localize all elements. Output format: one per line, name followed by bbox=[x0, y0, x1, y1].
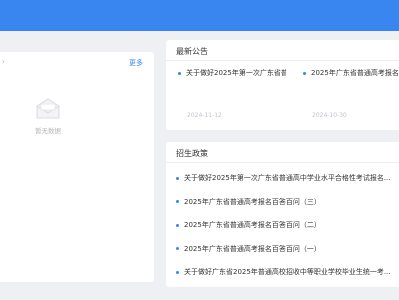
bullet-dot bbox=[176, 247, 179, 250]
bullet-dot bbox=[176, 176, 179, 180]
policies-divider bbox=[166, 162, 399, 163]
policy-item[interactable]: 关于做好2025年第一次广东省普通高中学业水平合格性考试报名... bbox=[176, 172, 399, 196]
empty-envelope-icon bbox=[36, 98, 60, 119]
left-info-panel: › 更多 暂无数据 bbox=[0, 52, 154, 282]
policy-item[interactable]: 2025年广东省普通高考报名百答百问（三） bbox=[176, 196, 399, 220]
empty-state-text: 暂无数据 bbox=[35, 127, 61, 135]
bullet-dot bbox=[176, 223, 179, 227]
announcements-title: 最新公告 bbox=[176, 47, 208, 56]
bullet-dot bbox=[176, 270, 179, 274]
announcement-title: 关于做好2025年第一次广东省普 bbox=[186, 69, 286, 77]
policies-list: 关于做好2025年第一次广东省普通高中学业水平合格性考试报名... 2025年广… bbox=[176, 172, 399, 290]
policy-item[interactable]: 2025年广东省普通高考报名百答百问（二） bbox=[176, 219, 399, 243]
top-header-bar bbox=[0, 0, 399, 31]
announcement-item[interactable]: 关于做好2025年第一次广东省普 bbox=[178, 68, 286, 78]
panel-tick-mark: › bbox=[2, 58, 5, 66]
announcement-item[interactable]: 2025年广东省普通高考报名 bbox=[303, 68, 399, 78]
policy-title: 2025年广东省普通高考报名百答百问（二） bbox=[184, 221, 321, 229]
bullet-dot bbox=[176, 200, 179, 203]
announcements-panel: 最新公告 关于做好2025年第一次广东省普 2024-11-12 2025年广东… bbox=[166, 40, 399, 130]
policy-item[interactable]: 2025年广东省普通高考报名百答百问（一） bbox=[176, 243, 399, 267]
policy-title: 关于做好广东省2025年普通高校招收中等职业学校毕业生统一考... bbox=[184, 268, 391, 276]
bullet-dot bbox=[178, 71, 181, 75]
policy-item[interactable]: 关于做好广东省2025年普通高校招收中等职业学校毕业生统一考... bbox=[176, 266, 399, 290]
policies-panel: 招生政策 关于做好2025年第一次广东省普通高中学业水平合格性考试报名... 2… bbox=[166, 142, 399, 287]
announcement-title: 2025年广东省普通高考报名 bbox=[311, 69, 399, 77]
policy-title: 2025年广东省普通高考报名百答百问（一） bbox=[184, 244, 321, 253]
bullet-dot bbox=[303, 71, 306, 75]
announcement-date: 2024-10-30 bbox=[312, 112, 347, 119]
more-link[interactable]: 更多 bbox=[129, 58, 143, 68]
announcement-date: 2024-11-12 bbox=[187, 112, 222, 119]
policies-title: 招生政策 bbox=[176, 149, 208, 158]
policy-title: 关于做好2025年第一次广东省普通高中学业水平合格性考试报名... bbox=[184, 174, 391, 182]
policy-title: 2025年广东省普通高考报名百答百问（三） bbox=[184, 197, 321, 206]
announcements-divider bbox=[166, 60, 399, 61]
page-bottom-background bbox=[0, 290, 399, 300]
